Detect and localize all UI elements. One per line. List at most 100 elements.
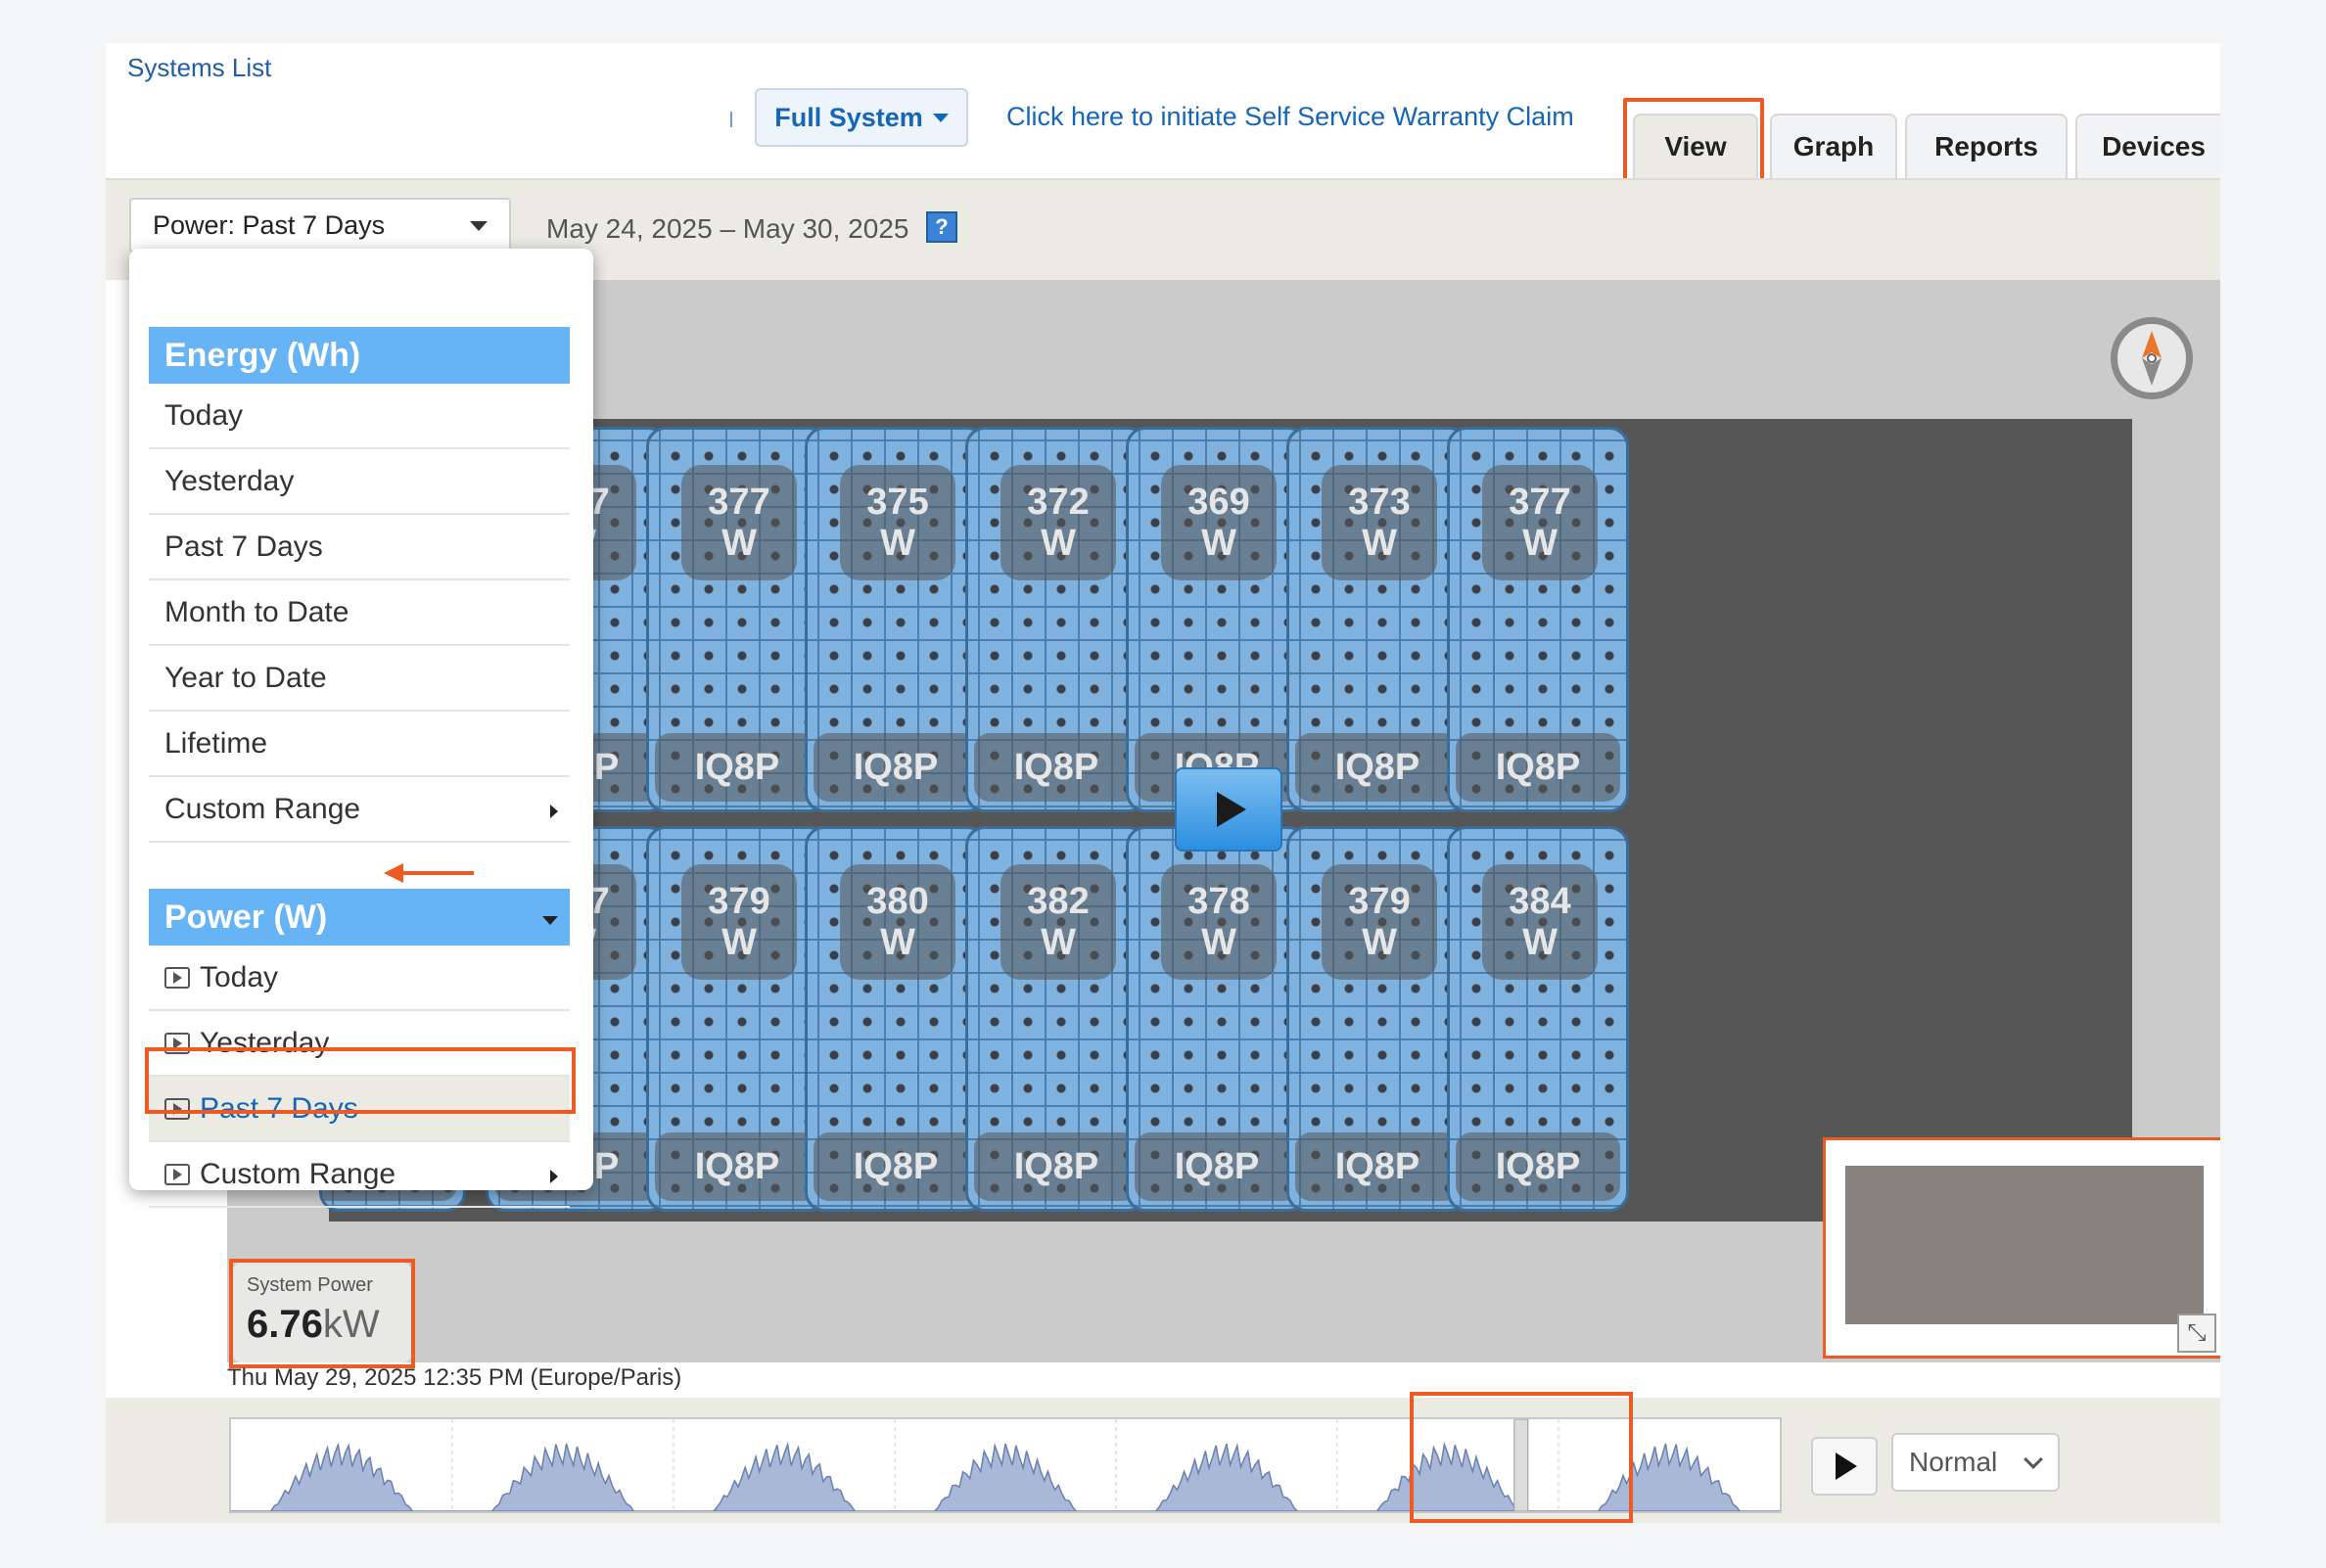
menu-header-power[interactable]: Power (W) — [149, 889, 570, 945]
screenshot-frame: Systems List Full System Click here to i… — [0, 0, 2326, 1568]
panel-power-unit: W — [1041, 922, 1076, 963]
menu-item-energy-past-7-days[interactable]: Past 7 Days — [149, 515, 570, 580]
enphase-system-page: Systems List Full System Click here to i… — [106, 43, 2220, 1523]
expand-icon[interactable]: ⤡ — [2177, 1314, 2216, 1353]
panel-power-value: 377 — [1509, 482, 1571, 523]
speed-select[interactable]: Normal — [1891, 1433, 2060, 1492]
panel-power-unit: W — [721, 922, 757, 963]
full-system-dropdown[interactable]: Full System — [755, 88, 968, 147]
caret-down-icon — [542, 916, 558, 925]
panel-model-badge: IQ8P — [1456, 733, 1620, 802]
mini-map-preview[interactable] — [1823, 1137, 2220, 1359]
solar-panel[interactable]: 377W IQ8P — [1447, 427, 1629, 812]
panel-power-badge: 380W — [840, 864, 955, 980]
menu-item-label: Year to Date — [164, 661, 327, 694]
play-animation-button[interactable] — [1175, 767, 1282, 852]
solar-panel[interactable]: 382W IQ8P — [965, 826, 1147, 1212]
panel-power-value: 369 — [1187, 482, 1250, 523]
panel-power-value: 379 — [1348, 881, 1411, 922]
menu-item-energy-year-to-date[interactable]: Year to Date — [149, 646, 570, 712]
help-icon[interactable]: ? — [926, 211, 957, 243]
panel-power-unit: W — [1362, 523, 1397, 564]
caret-down-icon — [470, 221, 488, 231]
solar-panel[interactable]: 369WIQ8P — [1126, 427, 1308, 812]
menu-item-label: Past 7 Days — [164, 530, 323, 563]
menu-item-power-today[interactable]: Today — [149, 945, 570, 1011]
solar-panel[interactable]: 380W IQ8P — [805, 826, 987, 1212]
menu-header-power-label: Power (W) — [164, 898, 328, 936]
panel-power-value: 382 — [1027, 881, 1090, 922]
panel-model-badge: IQ8P — [1456, 1132, 1620, 1201]
panel-power-unit: W — [1201, 922, 1236, 963]
panel-power-value: 373 — [1348, 482, 1411, 523]
panel-power-value: 378 — [1187, 881, 1250, 922]
menu-item-power-custom-range[interactable]: Custom Range — [149, 1142, 570, 1208]
menu-item-label: Custom Range — [200, 1157, 396, 1190]
tab-devices[interactable]: Devices — [2075, 114, 2220, 178]
panel-power-badge: 372 W — [1000, 465, 1116, 580]
panel-power-badge: 379 W — [681, 864, 797, 980]
panel-power-value: 384 — [1509, 881, 1571, 922]
timeline-play-button[interactable] — [1811, 1437, 1878, 1496]
menu-header-energy: Energy (Wh) — [149, 327, 570, 384]
panel-power-badge: 377W — [681, 465, 797, 580]
panel-power-badge: 378 W — [1161, 864, 1277, 980]
panel-power-badge: 373 W — [1322, 465, 1437, 580]
solar-panel[interactable]: 384 W IQ8P — [1447, 826, 1629, 1212]
compass-icon[interactable] — [2111, 317, 2193, 399]
period-select[interactable]: Power: Past 7 Days — [129, 198, 511, 253]
solar-panel[interactable]: 372 W IQ8P — [965, 427, 1147, 812]
arrow-left-icon — [384, 863, 474, 883]
solar-panel[interactable]: 375 W IQ8P — [805, 427, 987, 812]
panel-power-value: 380 — [866, 881, 929, 922]
full-system-label: Full System — [774, 102, 923, 132]
menu-item-label: Lifetime — [164, 726, 268, 760]
solar-panel[interactable]: 378 W IQ8P — [1126, 826, 1308, 1212]
compass-needle-icon — [2142, 331, 2162, 386]
highlight-box-past-7-days — [145, 1047, 576, 1114]
chevron-down-icon — [2024, 1450, 2043, 1469]
mini-map-screen — [1845, 1166, 2204, 1324]
menu-item-energy-lifetime[interactable]: Lifetime — [149, 712, 570, 777]
play-icon — [1217, 792, 1246, 827]
panel-power-unit: W — [1362, 922, 1397, 963]
solar-panel[interactable]: 379 W IQ8P — [646, 826, 828, 1212]
panel-model-badge: IQ8P — [974, 1132, 1139, 1201]
menu-item-energy-today[interactable]: Today — [149, 384, 570, 449]
panel-model-badge: IQ8P — [814, 733, 978, 802]
warranty-claim-link[interactable]: Click here to initiate Self Service Warr… — [1006, 102, 1574, 132]
panel-power-unit: W — [721, 523, 757, 564]
date-range: May 24, 2025 – May 30, 2025 — [546, 213, 909, 244]
chevron-right-icon — [550, 805, 558, 818]
panel-power-badge: 377W — [1482, 465, 1598, 580]
solar-panel[interactable]: 379 W IQ8P — [1286, 826, 1468, 1212]
highlight-box-timeline — [1410, 1392, 1633, 1523]
menu-item-energy-month-to-date[interactable]: Month to Date — [149, 580, 570, 646]
menu-item-energy-yesterday[interactable]: Yesterday — [149, 449, 570, 515]
panel-power-value: 372 — [1027, 482, 1090, 523]
separator-mark — [730, 112, 732, 127]
panel-power-unit: W — [1522, 523, 1558, 564]
menu-item-label: Custom Range — [164, 792, 361, 825]
tab-graph[interactable]: Graph — [1770, 114, 1897, 178]
caret-down-icon — [932, 113, 949, 122]
speed-select-label: Normal — [1909, 1447, 1998, 1477]
timestamp: Thu May 29, 2025 12:35 PM (Europe/Paris) — [227, 1364, 682, 1391]
panel-power-value: 375 — [866, 482, 929, 523]
solar-panel[interactable]: 373 W IQ8P — [1286, 427, 1468, 812]
menu-item-label: Yesterday — [164, 464, 295, 497]
tab-reports[interactable]: Reports — [1905, 114, 2068, 178]
menu-item-label: Month to Date — [164, 595, 349, 628]
panel-power-unit: W — [880, 523, 915, 564]
panel-model-badge: IQ8P — [655, 733, 819, 802]
panel-power-value: 377 — [708, 482, 770, 523]
solar-panel[interactable]: 377W IQ8P — [646, 427, 828, 812]
panel-power-badge: 375 W — [840, 465, 955, 580]
systems-list-link[interactable]: Systems List — [127, 53, 271, 83]
play-icon — [1836, 1453, 1857, 1480]
chevron-right-icon — [550, 1170, 558, 1183]
menu-item-energy-custom-range[interactable]: Custom Range — [149, 777, 570, 843]
period-select-label: Power: Past 7 Days — [153, 209, 386, 240]
panel-power-unit: W — [1201, 523, 1236, 564]
panel-power-badge: 379 W — [1322, 864, 1437, 980]
